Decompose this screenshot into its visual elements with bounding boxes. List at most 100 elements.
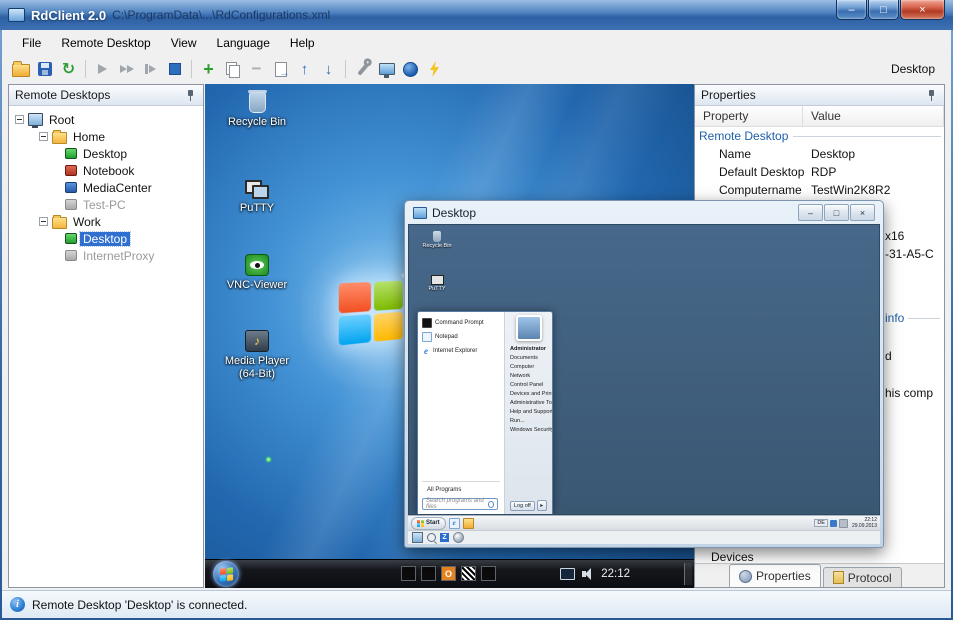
session-zoom-icon[interactable]	[427, 533, 436, 542]
tray-icon[interactable]	[829, 519, 837, 527]
copy-button[interactable]	[222, 59, 243, 80]
titlebar[interactable]: RdClient 2.0 C:\ProgramData\...\RdConfig…	[0, 0, 953, 30]
close-button[interactable]: ×	[900, 0, 945, 20]
remote-screen-button[interactable]	[376, 59, 397, 80]
session-monitor-icon[interactable]	[412, 532, 423, 543]
session-maximize-button[interactable]: □	[824, 204, 849, 221]
stop-button[interactable]	[164, 59, 185, 80]
expander-icon[interactable]	[15, 115, 24, 124]
start-menu-item-notepad[interactable]: Notepad	[418, 330, 504, 344]
connect-all-button[interactable]	[116, 59, 137, 80]
start-menu-place-control-panel[interactable]: Control Panel	[505, 380, 552, 389]
value-column-header[interactable]: Value	[803, 106, 944, 126]
tree-node-test-pc[interactable]: Test-PC	[9, 196, 203, 213]
property-row-name[interactable]: Name Desktop	[695, 145, 944, 163]
start-menu-place-administrator[interactable]: Administrator	[505, 344, 552, 353]
expander-icon[interactable]	[39, 217, 48, 226]
property-row-default-desktop[interactable]: Default Desktop RDP	[695, 163, 944, 181]
settings-button[interactable]	[352, 59, 373, 80]
log-off-options-button[interactable]	[536, 500, 547, 511]
tab-properties[interactable]: Properties	[729, 564, 821, 587]
taskbar-item-icon[interactable]	[421, 566, 436, 581]
disconnect-button[interactable]	[140, 59, 161, 80]
move-down-button[interactable]: ↓	[318, 59, 339, 80]
taskbar-item-icon[interactable]	[481, 566, 496, 581]
start-menu-place-documents[interactable]: Documents	[505, 353, 552, 362]
session-minimize-button[interactable]: –	[798, 204, 823, 221]
session-desktop-icon-recycle-bin[interactable]: Recycle Bin	[415, 231, 459, 249]
tree-node-desktop[interactable]: Desktop	[9, 230, 203, 247]
start-menu-place-network[interactable]: Network	[505, 371, 552, 380]
remote-taskbar[interactable]: O 22:12	[205, 559, 694, 588]
property-row-computername[interactable]: Computername TestWin2K8R2	[695, 181, 944, 199]
menu-remote-desktop[interactable]: Remote Desktop	[51, 32, 160, 54]
about-button[interactable]	[400, 59, 421, 80]
taskbar-item-icon[interactable]	[461, 566, 476, 581]
session-taskbar[interactable]: Start e DE 22:12 29.09.2013	[408, 515, 880, 530]
sparkle	[265, 456, 272, 463]
menu-language[interactable]: Language	[207, 32, 280, 54]
connect-button[interactable]	[92, 59, 113, 80]
desktop-icon-media-player-64-bit[interactable]: Media Player (64-Bit)	[223, 330, 291, 380]
start-menu-place-administrative-tools[interactable]: Administrative Tools	[505, 398, 552, 407]
desktop-icon-vnc-viewer[interactable]: VNC-Viewer	[223, 254, 291, 292]
open-file-button[interactable]	[10, 59, 31, 80]
start-menu-place-windows-security[interactable]: Windows Security	[505, 425, 552, 434]
quick-connect-button[interactable]	[424, 59, 445, 80]
log-off-button[interactable]: Log off	[510, 500, 535, 511]
desktop-icon-recycle-bin[interactable]: Recycle Bin	[223, 90, 291, 129]
add-desktop-button[interactable]: +	[198, 59, 219, 80]
ie-taskbar-icon[interactable]: e	[448, 517, 460, 529]
maximize-button[interactable]: □	[868, 0, 899, 20]
session-disc-icon[interactable]	[453, 532, 464, 543]
tree-node-notebook[interactable]: Notebook	[9, 162, 203, 179]
menu-help[interactable]: Help	[280, 32, 325, 54]
start-menu-place-help-and-support[interactable]: Help and Support	[505, 407, 552, 416]
taskbar-item-icon[interactable]	[401, 566, 416, 581]
show-desktop-button[interactable]	[684, 563, 692, 585]
start-menu-place-devices-and-printers[interactable]: Devices and Printers	[505, 389, 552, 398]
move-up-button[interactable]: ↑	[294, 59, 315, 80]
session-clock[interactable]: 22:12 29.09.2013	[852, 517, 877, 529]
tree-node-root[interactable]: Root	[9, 111, 203, 128]
session-titlebar[interactable]: Desktop – □ ×	[408, 201, 880, 224]
tree-node-mediacenter[interactable]: MediaCenter	[9, 179, 203, 196]
language-indicator[interactable]: DE	[814, 519, 828, 527]
start-button[interactable]	[213, 561, 239, 587]
session-close-button[interactable]: ×	[850, 204, 875, 221]
start-menu-item-command-prompt[interactable]: Command Prompt	[418, 316, 504, 330]
property-column-header[interactable]: Property	[695, 106, 803, 126]
session-compression-icon[interactable]: Z	[440, 533, 449, 542]
session-desktop-icon-putty[interactable]: PuTTY	[415, 275, 459, 292]
tree-node-desktop[interactable]: Desktop	[9, 145, 203, 162]
start-menu-item-internet-explorer[interactable]: e Internet Explorer	[418, 344, 504, 358]
start-menu-place-run[interactable]: Run...	[505, 416, 552, 425]
tab-protocol[interactable]: Protocol	[822, 567, 902, 587]
tray-icon[interactable]	[838, 518, 848, 528]
minimize-button[interactable]: –	[836, 0, 867, 20]
session-window[interactable]: Desktop – □ × Recycle Bin PuTTY Command P…	[404, 200, 884, 548]
tree-node-home[interactable]: Home	[9, 128, 203, 145]
tree-node-internetproxy[interactable]: InternetProxy	[9, 247, 203, 264]
menu-view[interactable]: View	[161, 32, 207, 54]
pin-icon[interactable]	[185, 89, 197, 102]
session-start-button[interactable]: Start	[411, 516, 446, 530]
all-programs-item[interactable]: All Programs	[427, 487, 461, 493]
expander-icon[interactable]	[39, 132, 48, 141]
taskbar-item-icon[interactable]: O	[441, 566, 456, 581]
volume-tray-icon[interactable]	[582, 568, 594, 580]
export-button[interactable]	[270, 59, 291, 80]
start-menu-place-computer[interactable]: Computer	[505, 362, 552, 371]
refresh-button[interactable]: ↻	[58, 59, 79, 80]
display-tray-icon[interactable]	[560, 568, 576, 580]
taskbar-clock[interactable]: 22:12	[601, 568, 630, 580]
explorer-taskbar-icon[interactable]	[462, 517, 474, 529]
desktop-icon-putty[interactable]: PuTTY	[223, 180, 291, 215]
session-desktop[interactable]: Recycle Bin PuTTY Command Prompt Notepad e I…	[408, 224, 880, 515]
save-button[interactable]	[34, 59, 55, 80]
tree-node-work[interactable]: Work	[9, 213, 203, 230]
menu-file[interactable]: File	[12, 32, 51, 54]
pin-icon[interactable]	[926, 89, 938, 102]
start-search-input[interactable]: Search programs and files	[422, 498, 498, 510]
remove-button[interactable]: −	[246, 59, 267, 80]
